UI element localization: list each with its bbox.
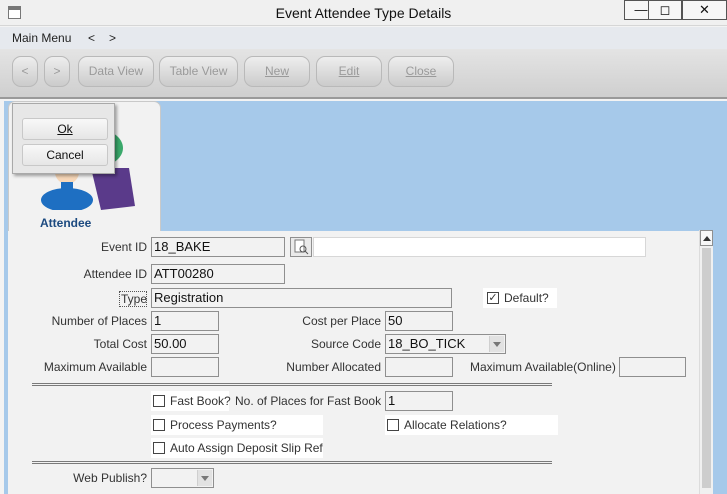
document-search-icon bbox=[294, 239, 309, 255]
total-cost-label: Total Cost bbox=[93, 337, 147, 351]
maximum-available-field[interactable] bbox=[151, 357, 219, 377]
edit-button[interactable]: Edit bbox=[316, 56, 382, 87]
type-label[interactable]: Type bbox=[119, 291, 147, 307]
allocate-relations-checkbox[interactable] bbox=[387, 419, 399, 431]
number-of-places-field[interactable]: 1 bbox=[151, 311, 219, 331]
fast-book-label: Fast Book? bbox=[170, 394, 231, 408]
menu-forward[interactable]: > bbox=[109, 31, 116, 45]
vertical-scrollbar[interactable] bbox=[699, 230, 713, 494]
cost-per-place-label: Cost per Place bbox=[302, 314, 381, 328]
web-publish-label: Web Publish? bbox=[73, 471, 147, 485]
event-description-field bbox=[313, 237, 646, 257]
allocate-relations-label: Allocate Relations? bbox=[404, 418, 507, 432]
scrollbar-thumb[interactable] bbox=[702, 248, 711, 488]
menu-back[interactable]: < bbox=[88, 31, 95, 45]
new-button[interactable]: New bbox=[244, 56, 310, 87]
toolbar-back-button[interactable]: < bbox=[12, 56, 38, 87]
close-window-button[interactable]: ✕ bbox=[682, 0, 727, 20]
fast-book-checkbox[interactable] bbox=[153, 395, 165, 407]
places-fast-book-field[interactable]: 1 bbox=[385, 391, 453, 411]
web-publish-dropdown[interactable] bbox=[151, 468, 214, 488]
toolbar-forward-button[interactable]: > bbox=[44, 56, 70, 87]
default-checkbox[interactable]: ✓ bbox=[487, 292, 499, 304]
process-payments-label: Process Payments? bbox=[170, 418, 277, 432]
source-code-label: Source Code bbox=[310, 337, 381, 351]
maximize-button[interactable]: ◻ bbox=[648, 0, 682, 20]
cost-per-place-field[interactable]: 50 bbox=[385, 311, 453, 331]
maximum-available-online-label: Maximum Available(Online) bbox=[470, 360, 616, 374]
toolbar: < > Data View Table View New Edit Close bbox=[0, 49, 727, 99]
maximum-available-online-field[interactable] bbox=[619, 357, 686, 377]
chevron-down-icon[interactable] bbox=[489, 336, 504, 352]
process-payments-checkbox-row[interactable]: Process Payments? bbox=[151, 415, 323, 435]
default-label: Default? bbox=[504, 291, 549, 305]
tab-attendee-label: Attendee bbox=[40, 216, 92, 230]
event-lookup-button[interactable] bbox=[290, 237, 312, 257]
close-button[interactable]: Close bbox=[388, 56, 454, 87]
cancel-button[interactable]: Cancel bbox=[22, 144, 108, 166]
auto-assign-label: Auto Assign Deposit Slip Ref bbox=[170, 441, 323, 455]
maximum-available-label: Maximum Available bbox=[43, 360, 147, 374]
event-id-label: Event ID bbox=[100, 240, 147, 254]
data-view-button[interactable]: Data View bbox=[78, 56, 154, 87]
total-cost-field[interactable]: 50.00 bbox=[151, 334, 219, 354]
number-allocated-field[interactable] bbox=[385, 357, 453, 377]
main-menu[interactable]: Main Menu bbox=[12, 31, 71, 45]
fast-book-checkbox-row[interactable]: Fast Book? bbox=[151, 391, 231, 411]
type-field[interactable]: Registration bbox=[151, 288, 452, 308]
process-payments-checkbox[interactable] bbox=[153, 419, 165, 431]
allocate-relations-checkbox-row[interactable]: Allocate Relations? bbox=[385, 415, 558, 435]
auto-assign-checkbox[interactable] bbox=[153, 442, 165, 454]
source-code-dropdown[interactable]: 18_BO_TICK bbox=[385, 334, 506, 354]
chevron-down-icon[interactable] bbox=[197, 470, 212, 486]
ok-button[interactable]: Ok bbox=[22, 118, 108, 140]
attendee-id-label: Attendee ID bbox=[83, 267, 147, 281]
auto-assign-checkbox-row[interactable]: Auto Assign Deposit Slip Ref bbox=[151, 438, 323, 458]
places-fast-book-label: No. of Places for Fast Book bbox=[235, 394, 382, 408]
ok-cancel-popup: Ok Cancel bbox=[12, 103, 115, 174]
table-view-button[interactable]: Table View bbox=[159, 56, 238, 87]
source-code-value: 18_BO_TICK bbox=[388, 336, 466, 351]
window-title: Event Attendee Type Details bbox=[275, 5, 452, 21]
section-divider bbox=[32, 383, 552, 386]
menu-bar: Main Menu < > bbox=[0, 27, 727, 49]
default-checkbox-row[interactable]: ✓ Default? bbox=[483, 288, 557, 308]
attendee-id-field[interactable]: ATT00280 bbox=[151, 264, 285, 284]
title-bar: Event Attendee Type Details — ◻ ✕ bbox=[0, 0, 727, 26]
event-id-field[interactable]: 18_BAKE bbox=[151, 237, 285, 257]
number-allocated-label: Number Allocated bbox=[286, 360, 381, 374]
scroll-up-button[interactable] bbox=[700, 230, 713, 246]
number-of-places-label: Number of Places bbox=[51, 314, 147, 328]
section-divider-2 bbox=[32, 461, 552, 464]
